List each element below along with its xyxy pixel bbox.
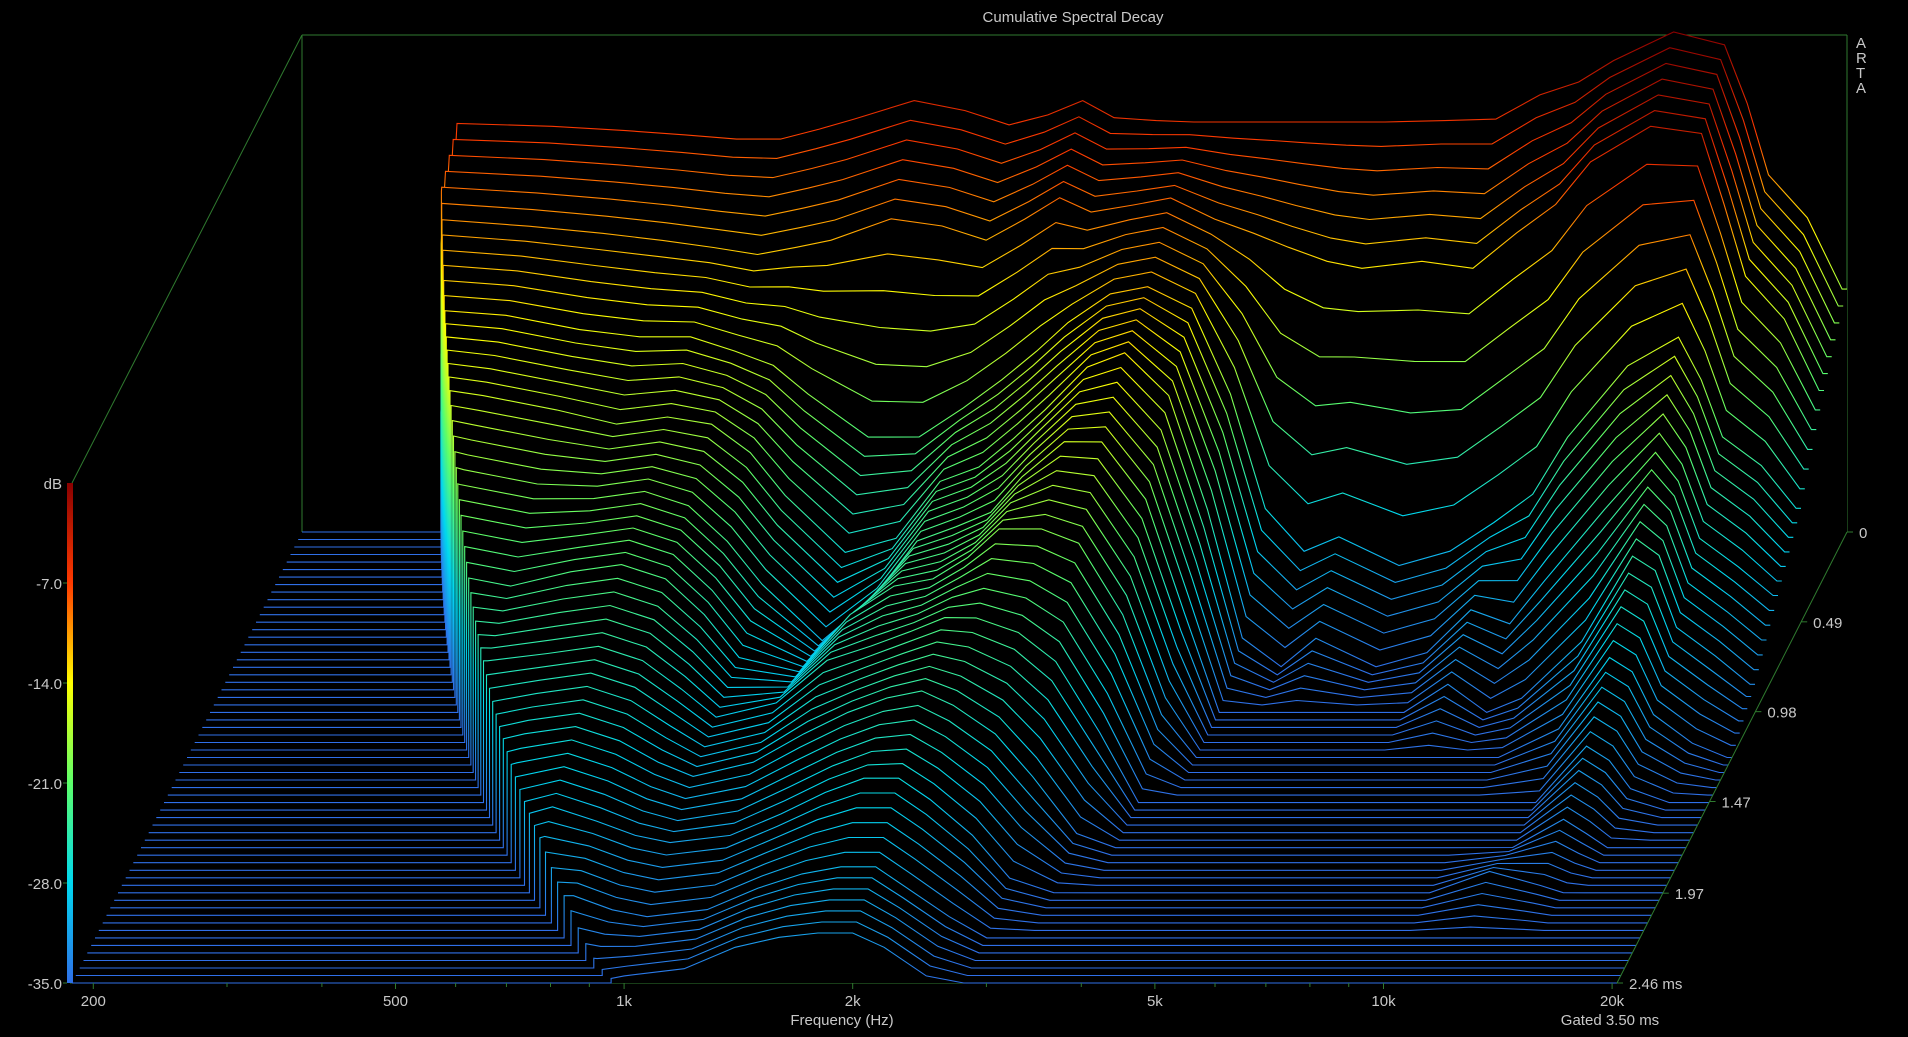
colorbar bbox=[67, 483, 73, 983]
freq-tick-label: 2k bbox=[845, 993, 861, 1010]
freq-tick-label: 500 bbox=[383, 993, 408, 1010]
z-tick-label: -35.0 bbox=[28, 976, 62, 993]
time-tick-label: 2.46 ms bbox=[1629, 976, 1682, 993]
z-tick-label: -21.0 bbox=[28, 776, 62, 793]
x-axis-label: Frequency (Hz) bbox=[790, 1012, 893, 1029]
csd-waterfall-chart: Cumulative Spectral Decay ARTA 0 0.49 0.98… bbox=[28, 9, 1868, 1029]
z-tick-label: -7.0 bbox=[36, 576, 62, 593]
time-tick-label: 0.49 bbox=[1813, 615, 1842, 632]
chart-title: Cumulative Spectral Decay bbox=[983, 9, 1164, 26]
watermark-letter: A bbox=[1856, 80, 1866, 97]
decay-slices bbox=[72, 31, 1847, 984]
arta-watermark: ARTA bbox=[1856, 35, 1867, 97]
left-top-diagonal bbox=[71, 34, 303, 484]
freq-tick-label: 1k bbox=[616, 993, 632, 1010]
colorbar-label: dB bbox=[44, 476, 62, 493]
time-tick-label: 0 bbox=[1859, 525, 1867, 542]
frequency-axis-ticks: 200 500 1k 2k 5k 10k 20k bbox=[81, 983, 1625, 1010]
z-tick-label: -28.0 bbox=[28, 876, 62, 893]
time-tick-label: 1.47 bbox=[1722, 795, 1751, 812]
freq-tick-label: 20k bbox=[1600, 993, 1625, 1010]
gate-label: Gated 3.50 ms bbox=[1561, 1012, 1659, 1029]
colorbar-ticks: -7.0 -14.0 -21.0 -28.0 -35.0 bbox=[28, 576, 67, 993]
time-tick-label: 0.98 bbox=[1767, 705, 1796, 722]
z-tick-label: -14.0 bbox=[28, 676, 62, 693]
freq-tick-label: 10k bbox=[1371, 993, 1396, 1010]
freq-tick-label: 5k bbox=[1147, 993, 1163, 1010]
time-tick-label: 1.97 bbox=[1675, 886, 1704, 903]
freq-tick-label: 200 bbox=[81, 993, 106, 1010]
